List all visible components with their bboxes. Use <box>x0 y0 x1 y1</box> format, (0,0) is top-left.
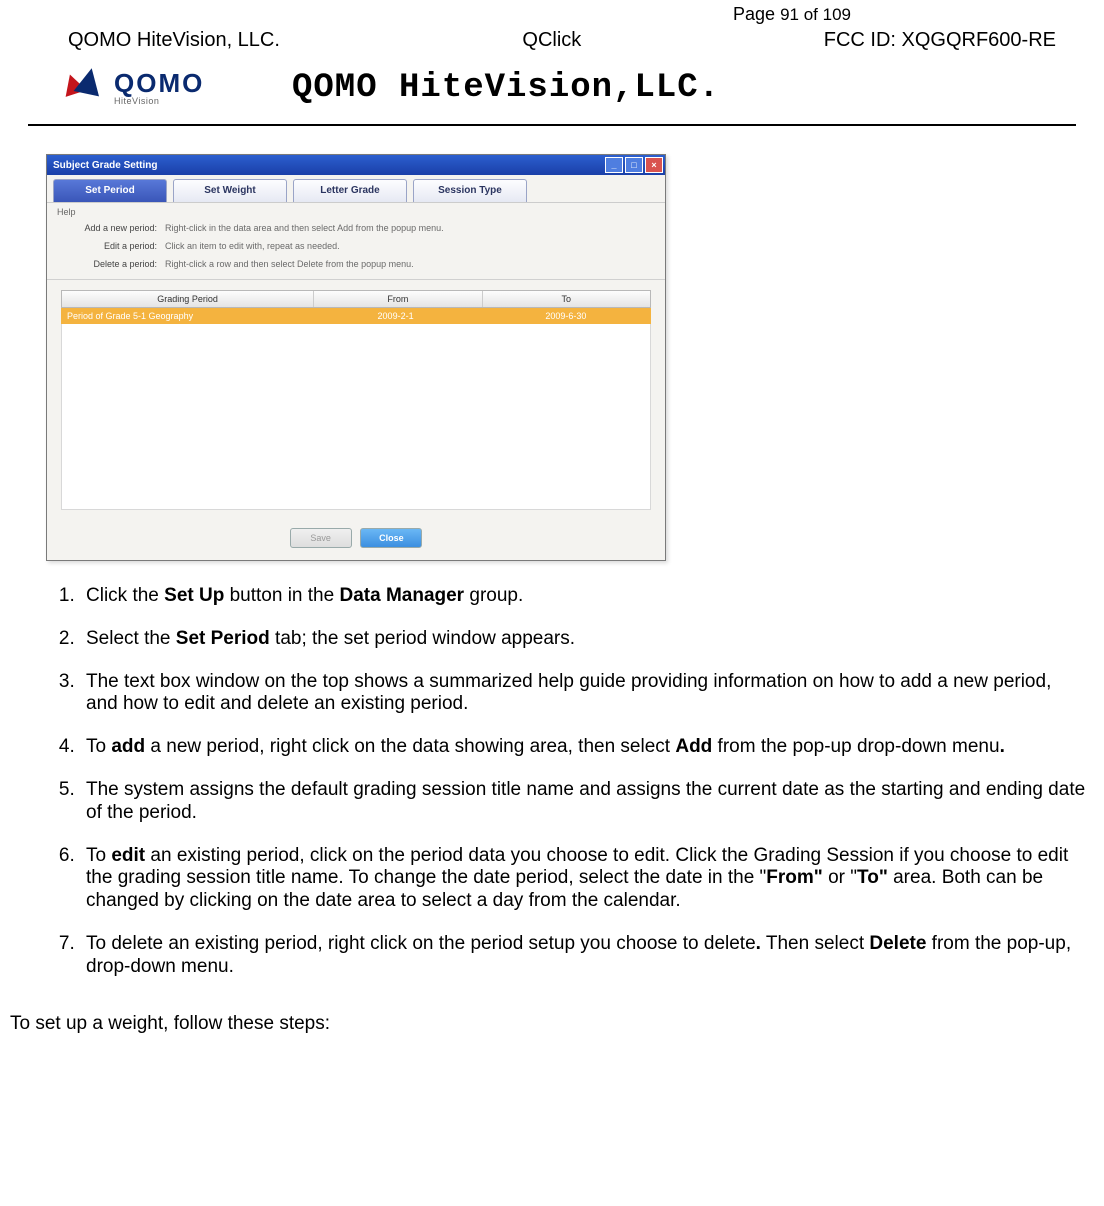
close-button[interactable]: Close <box>360 528 422 548</box>
step-3: The text box window on the top shows a s… <box>80 671 1086 717</box>
product-name: QClick <box>522 29 581 52</box>
help-desc-delete: Right-click a row and then select Delete… <box>165 259 414 269</box>
tab-letter-grade[interactable]: Letter Grade <box>293 179 407 202</box>
grid-body[interactable] <box>61 324 651 510</box>
tab-session-type[interactable]: Session Type <box>413 179 527 202</box>
window-title: Subject Grade Setting <box>53 160 157 171</box>
qomo-logo: QOMO HiteVision <box>62 60 252 116</box>
company-name: QOMO HiteVision, LLC. <box>68 29 280 52</box>
step-7: To delete an existing period, right clic… <box>80 933 1086 979</box>
brand-title: QOMO HiteVision,LLC. <box>292 69 720 107</box>
cell-to[interactable]: 2009-6-30 <box>481 308 651 324</box>
col-grading-period[interactable]: Grading Period <box>62 291 314 307</box>
closing-line: To set up a weight, follow these steps: <box>8 1013 1096 1035</box>
step-4: To add a new period, right click on the … <box>80 736 1086 759</box>
save-button: Save <box>290 528 352 548</box>
page-number: Page 91 of 109 <box>488 4 1096 25</box>
col-from[interactable]: From <box>314 291 482 307</box>
tab-set-period[interactable]: Set Period <box>53 179 167 202</box>
window-titlebar[interactable]: Subject Grade Setting _ □ × <box>47 155 665 175</box>
grid-header: Grading Period From To <box>61 290 651 308</box>
step-1: Click the Set Up button in the Data Mana… <box>80 585 1086 608</box>
help-desc-add: Right-click in the data area and then se… <box>165 223 444 233</box>
cell-from[interactable]: 2009-2-1 <box>310 308 480 324</box>
help-label-add: Add a new period: <box>57 223 165 233</box>
step-6: To edit an existing period, click on the… <box>80 845 1086 913</box>
step-2: Select the Set Period tab; the set perio… <box>80 628 1086 651</box>
cell-period-name[interactable]: Period of Grade 5-1 Geography <box>61 308 310 324</box>
help-label-delete: Delete a period: <box>57 259 165 269</box>
tab-row: Set Period Set Weight Letter Grade Sessi… <box>47 175 665 203</box>
help-label-edit: Edit a period: <box>57 241 165 251</box>
tab-set-weight[interactable]: Set Weight <box>173 179 287 202</box>
col-to[interactable]: To <box>483 291 650 307</box>
fcc-id: FCC ID: XQGQRF600-RE <box>824 29 1056 52</box>
maximize-icon[interactable]: □ <box>625 157 643 173</box>
help-desc-edit: Click an item to edit with, repeat as ne… <box>165 241 340 251</box>
instruction-steps: Click the Set Up button in the Data Mana… <box>46 585 1086 979</box>
step-5: The system assigns the default grading s… <box>80 779 1086 825</box>
close-icon[interactable]: × <box>645 157 663 173</box>
minimize-icon[interactable]: _ <box>605 157 623 173</box>
help-panel: Add a new period: Right-click in the dat… <box>47 217 665 280</box>
logo-mark-icon <box>62 68 108 108</box>
help-title: Help <box>47 203 665 217</box>
header-divider <box>28 124 1076 126</box>
subject-grade-setting-window: Subject Grade Setting _ □ × Set Period S… <box>46 154 666 561</box>
table-row[interactable]: Period of Grade 5-1 Geography 2009-2-1 2… <box>61 308 651 324</box>
